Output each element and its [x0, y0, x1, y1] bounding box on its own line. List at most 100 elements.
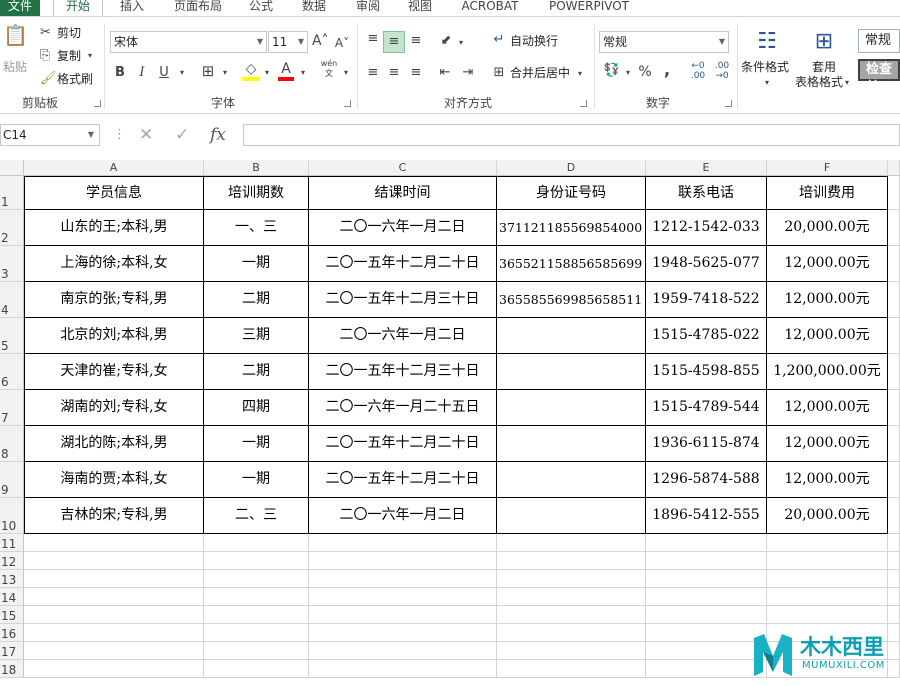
column-header[interactable]: E [646, 160, 767, 176]
cancel-icon[interactable]: ✕ [139, 125, 153, 145]
header-cell[interactable]: 联系电话 [646, 176, 767, 210]
table-cell[interactable]: 371121185569854000 [497, 210, 646, 246]
align-bottom-icon[interactable]: ≡ [406, 33, 426, 53]
empty-cell[interactable] [309, 624, 497, 642]
empty-cell[interactable] [888, 462, 900, 498]
tab-page-layout[interactable]: 页面布局 [168, 0, 228, 16]
table-cell[interactable]: 上海的徐;本科,女 [24, 246, 204, 282]
header-cell[interactable]: 结课时间 [309, 176, 497, 210]
cell-style-normal[interactable]: 常规 [858, 29, 900, 53]
increase-decimal-icon[interactable]: ←0.00 [688, 61, 708, 81]
table-cell[interactable]: 二〇一五年十二月二十日 [309, 462, 497, 498]
table-cell[interactable]: 12,000.00元 [767, 282, 888, 318]
empty-cell[interactable] [24, 660, 204, 678]
table-cell[interactable]: 四期 [204, 390, 309, 426]
clipboard-launcher-icon[interactable] [94, 100, 101, 107]
table-cell[interactable] [497, 318, 646, 354]
alignment-launcher-icon[interactable] [580, 100, 587, 107]
empty-cell[interactable] [24, 534, 204, 552]
empty-cell[interactable] [24, 624, 204, 642]
conditional-format-dropdown-icon[interactable]: ▾ [762, 75, 772, 91]
insert-function-icon[interactable]: fx [210, 125, 226, 145]
empty-cell[interactable] [888, 588, 900, 606]
format-as-table-dropdown-icon[interactable]: ▾ [842, 75, 852, 91]
table-cell[interactable]: 吉林的宋;专科,男 [24, 498, 204, 534]
row-header[interactable]: 3 [0, 246, 24, 282]
table-cell[interactable]: 12,000.00元 [767, 426, 888, 462]
font-color-icon[interactable]: A [278, 61, 294, 81]
empty-cell[interactable] [888, 318, 900, 354]
table-cell[interactable]: 二〇一五年十二月二十日 [309, 426, 497, 462]
tab-home[interactable]: 开始 [53, 0, 103, 16]
empty-cell[interactable] [24, 570, 204, 588]
table-cell[interactable]: 1515-4785-022 [646, 318, 767, 354]
table-cell[interactable]: 二〇一六年一月二日 [309, 498, 497, 534]
header-cell[interactable]: 培训期数 [204, 176, 309, 210]
grow-font-icon[interactable]: A˄ [312, 33, 329, 49]
table-cell[interactable]: 一、三 [204, 210, 309, 246]
copy-icon[interactable]: ⎘ [40, 48, 50, 64]
format-painter-button[interactable]: 格式刷 [57, 71, 93, 87]
font-launcher-icon[interactable] [344, 100, 351, 107]
empty-cell[interactable] [309, 570, 497, 588]
table-cell[interactable]: 二〇一六年一月二日 [309, 318, 497, 354]
empty-cell[interactable] [888, 176, 900, 210]
table-cell[interactable]: 南京的张;专科,男 [24, 282, 204, 318]
shrink-font-icon[interactable]: A˅ [334, 35, 350, 51]
empty-cell[interactable] [204, 606, 309, 624]
row-header[interactable]: 8 [0, 426, 24, 462]
empty-cell[interactable] [767, 606, 888, 624]
empty-cell[interactable] [309, 588, 497, 606]
header-cell[interactable]: 学员信息 [24, 176, 204, 210]
empty-cell[interactable] [497, 606, 646, 624]
table-cell[interactable]: 海南的贾;本科,女 [24, 462, 204, 498]
row-header[interactable]: 13 [0, 570, 24, 588]
table-cell[interactable]: 一期 [204, 462, 309, 498]
empty-cell[interactable] [767, 588, 888, 606]
wrap-text-button[interactable]: 自动换行 [510, 33, 558, 49]
paste-button[interactable]: 粘贴 [3, 59, 27, 75]
row-header[interactable]: 5 [0, 318, 24, 354]
column-header[interactable]: F [767, 160, 888, 176]
empty-cell[interactable] [497, 660, 646, 678]
table-cell[interactable]: 一期 [204, 426, 309, 462]
empty-cell[interactable] [24, 588, 204, 606]
orientation-dropdown-icon[interactable]: ▾ [456, 35, 466, 51]
conditional-format-icon[interactable]: ☷ [753, 27, 781, 57]
phonetic-dropdown-icon[interactable]: ▾ [341, 65, 351, 81]
comma-style-button[interactable]: , [660, 62, 674, 78]
cut-icon[interactable]: ✂ [40, 25, 51, 41]
table-cell[interactable]: 二〇一六年一月二十五日 [309, 390, 497, 426]
underline-button[interactable]: U [157, 65, 171, 81]
column-header[interactable]: B [204, 160, 309, 176]
empty-cell[interactable] [204, 534, 309, 552]
table-cell[interactable]: 山东的王;本科,男 [24, 210, 204, 246]
table-cell[interactable] [497, 390, 646, 426]
table-cell[interactable]: 二期 [204, 354, 309, 390]
align-left-icon[interactable]: ≡ [363, 65, 383, 81]
column-header[interactable]: A [24, 160, 204, 176]
column-header[interactable]: D [497, 160, 646, 176]
empty-cell[interactable] [646, 624, 767, 642]
font-name-combo[interactable]: 宋体 ▼ [110, 31, 267, 53]
table-cell[interactable] [497, 354, 646, 390]
table-cell[interactable]: 1896-5412-555 [646, 498, 767, 534]
tab-review[interactable]: 审阅 [350, 0, 386, 16]
paste-icon[interactable]: 📋 [3, 25, 28, 53]
row-header[interactable]: 9 [0, 462, 24, 498]
tab-powerpivot[interactable]: POWERPIVOT [543, 0, 635, 16]
decrease-indent-icon[interactable]: ⇤ [435, 65, 455, 81]
table-cell[interactable] [497, 462, 646, 498]
align-center-icon[interactable]: ≡ [384, 65, 404, 81]
table-cell[interactable]: 二〇一五年十二月三十日 [309, 354, 497, 390]
row-header[interactable]: 2 [0, 210, 24, 246]
tab-insert[interactable]: 插入 [112, 0, 152, 16]
tab-formulas[interactable]: 公式 [244, 0, 278, 16]
format-as-table-label-2[interactable]: 表格格式 [795, 74, 843, 90]
select-all-corner[interactable] [0, 160, 24, 176]
row-header[interactable]: 11 [0, 534, 24, 552]
fill-color-dropdown-icon[interactable]: ▾ [262, 65, 272, 81]
empty-cell[interactable] [646, 534, 767, 552]
empty-cell[interactable] [646, 588, 767, 606]
empty-cell[interactable] [204, 624, 309, 642]
